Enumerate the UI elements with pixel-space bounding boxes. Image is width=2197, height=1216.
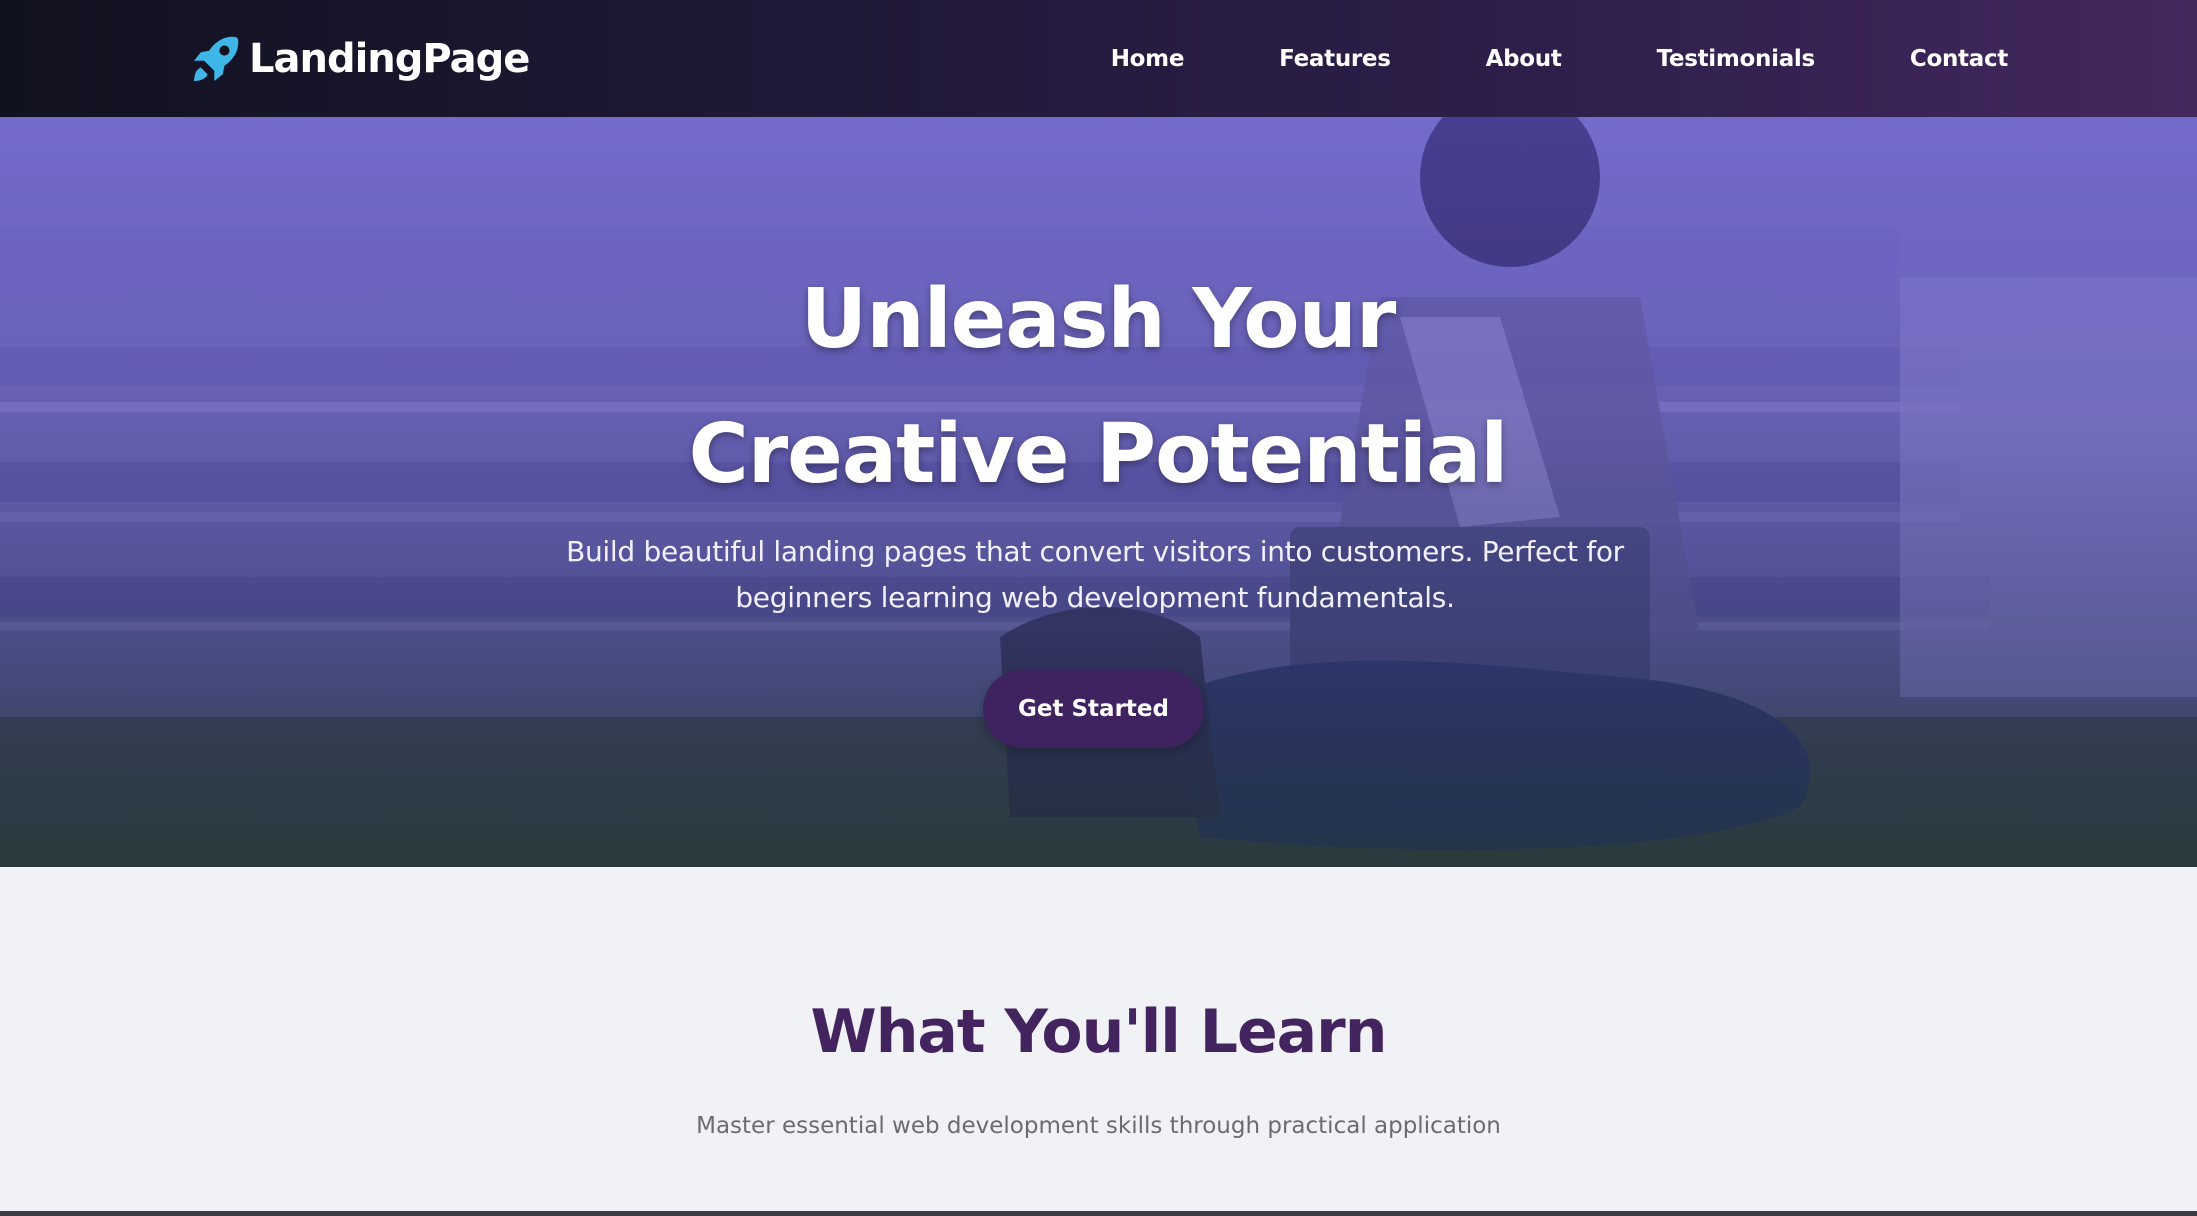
nav-link-features[interactable]: Features — [1279, 46, 1391, 72]
get-started-button[interactable]: Get Started — [983, 670, 1204, 748]
hero-subtitle: Build beautiful landing pages that conve… — [566, 535, 1624, 614]
brand-name: LandingPage — [249, 35, 530, 82]
features-section: What You'll Learn Master essential web d… — [0, 867, 2197, 1216]
navbar: LandingPage Home Features About Testimon… — [0, 0, 2197, 117]
page-bottom-divider — [0, 1211, 2197, 1216]
features-title: What You'll Learn — [810, 997, 1388, 1067]
nav-link-home[interactable]: Home — [1111, 46, 1185, 72]
main-nav: Home Features About Testimonials Contact — [1111, 46, 2009, 72]
hero-section: Unleash Your Creative Potential Build be… — [0, 117, 2197, 867]
nav-link-testimonials[interactable]: Testimonials — [1657, 46, 1816, 72]
rocket-icon — [194, 36, 239, 81]
features-subtitle: Master essential web development skills … — [696, 1113, 1501, 1139]
hero-content: Unleash Your Creative Potential Build be… — [0, 117, 2197, 867]
brand-logo-link[interactable]: LandingPage — [189, 32, 530, 86]
nav-link-contact[interactable]: Contact — [1910, 46, 2008, 72]
hero-title: Unleash Your Creative Potential — [688, 272, 1509, 502]
nav-link-about[interactable]: About — [1486, 46, 1562, 72]
